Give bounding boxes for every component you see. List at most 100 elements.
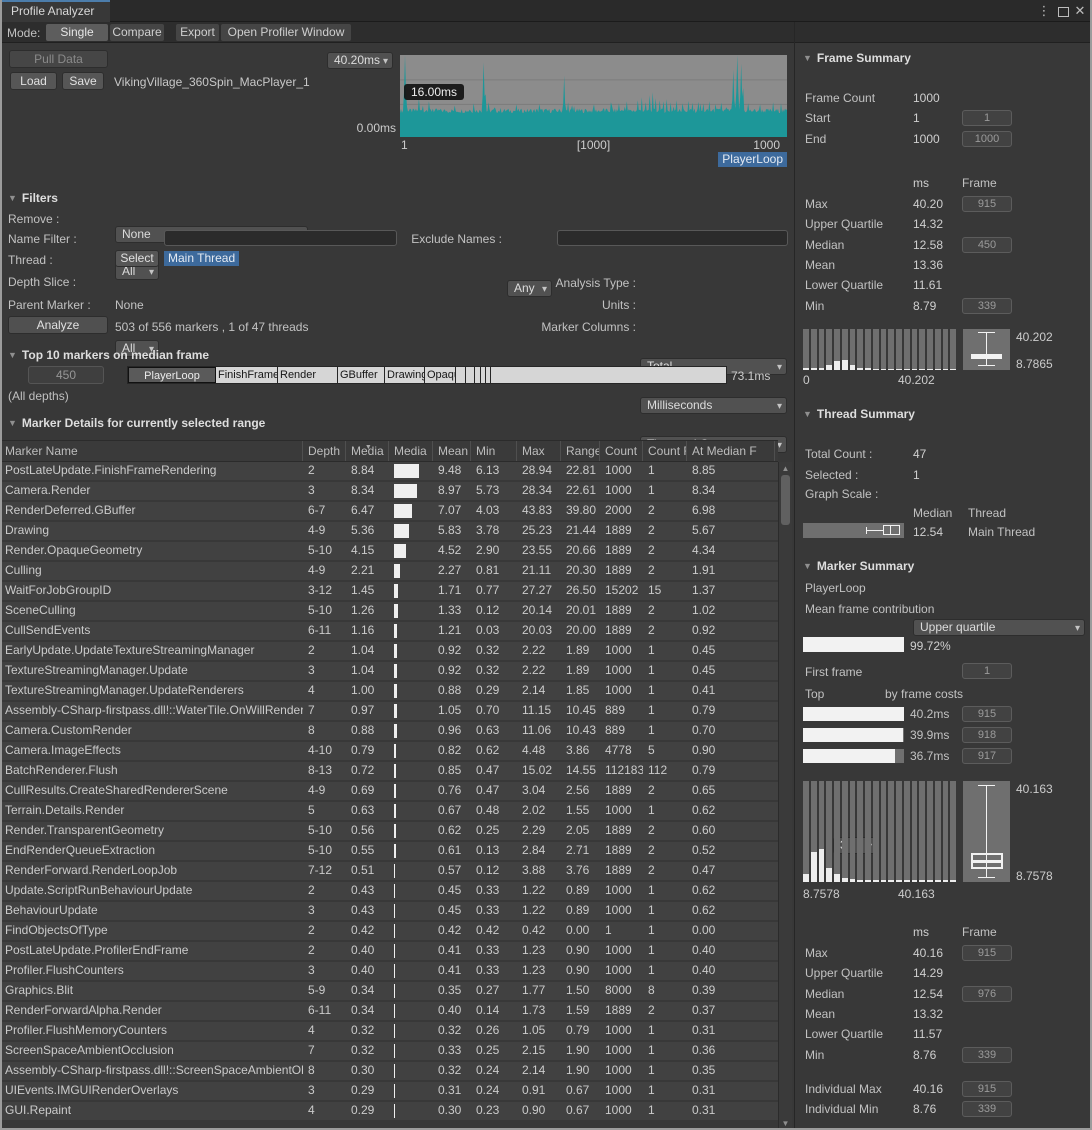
frame-button[interactable]: 976 (962, 986, 1012, 1002)
column-header-3[interactable]: Media (389, 441, 433, 461)
thread-graph-scale-dropdown[interactable]: Upper quartile (913, 619, 1085, 636)
close-icon[interactable]: ✕ (1072, 3, 1088, 19)
thread-summary-header[interactable]: Thread Summary (803, 407, 915, 421)
frame-button[interactable]: 915 (962, 196, 1012, 212)
table-row[interactable]: FindObjectsOfType20.420.420.420.420.0011… (0, 922, 778, 942)
save-button[interactable]: Save (62, 72, 104, 90)
frame-button[interactable]: 1000 (962, 131, 1012, 147)
pull-data-button[interactable]: Pull Data (9, 50, 108, 68)
tab-profile-analyzer[interactable]: Profile Analyzer (2, 0, 110, 22)
top10-segment[interactable]: PlayerLoop (128, 367, 216, 383)
table-row[interactable]: Camera.Render38.348.975.7328.3422.611000… (0, 482, 778, 502)
top10-segment[interactable]: Opaqu (425, 367, 456, 383)
column-header-9[interactable]: Count Fra (643, 441, 687, 461)
table-row[interactable]: WaitForJobGroupID3-121.451.710.7727.2726… (0, 582, 778, 602)
frame-button[interactable]: 915 (962, 706, 1012, 722)
mode-button-open-profiler-window[interactable]: Open Profiler Window (221, 24, 351, 41)
frame-button[interactable]: 917 (962, 748, 1012, 764)
first-frame-button[interactable]: 1 (962, 663, 1012, 679)
filters-header[interactable]: Filters (8, 191, 58, 205)
table-row[interactable]: PostLateUpdate.FinishFrameRendering28.84… (0, 462, 778, 482)
marker-summary-header[interactable]: Marker Summary (803, 559, 914, 573)
top10-header[interactable]: Top 10 markers on median frame (8, 348, 209, 362)
table-row[interactable]: ScreenSpaceAmbientOcclusion70.320.330.25… (0, 1042, 778, 1062)
column-header-2[interactable]: Media (346, 441, 389, 461)
column-header-10[interactable]: At Median F (687, 441, 775, 461)
cell: 0.35 (433, 982, 471, 1000)
name-filter-input[interactable] (164, 230, 397, 246)
menu-icon[interactable]: ⋮ (1036, 3, 1052, 19)
table-row[interactable]: Camera.ImageEffects4-100.790.820.624.483… (0, 742, 778, 762)
table-row[interactable]: GUI.Repaint40.290.300.230.900.67100010.3… (0, 1102, 778, 1122)
table-row[interactable]: EndRenderQueueExtraction5-100.550.610.13… (0, 842, 778, 862)
frame-button[interactable]: 339 (962, 298, 1012, 314)
table-row[interactable]: Graphics.Blit5-90.340.350.271.771.508000… (0, 982, 778, 1002)
column-header-5[interactable]: Min (471, 441, 517, 461)
frame-button[interactable]: 339 (962, 1047, 1012, 1063)
analyze-button[interactable]: Analyze (8, 316, 108, 334)
table-row[interactable]: UIEvents.IMGUIRenderOverlays30.290.310.2… (0, 1082, 778, 1102)
frame-button[interactable]: 915 (962, 945, 1012, 961)
table-row[interactable]: Profiler.FlushCounters30.400.410.331.230… (0, 962, 778, 982)
table-row[interactable]: BatchRenderer.Flush8-130.720.850.4715.02… (0, 762, 778, 782)
table-row[interactable]: TextureStreamingManager.UpdateRenderers4… (0, 682, 778, 702)
table-row[interactable]: BehaviourUpdate30.430.450.331.220.891000… (0, 902, 778, 922)
table-row[interactable]: Culling4-92.212.270.8121.1120.30188921.9… (0, 562, 778, 582)
table-row[interactable]: Drawing4-95.365.833.7825.2321.44188925.6… (0, 522, 778, 542)
table-row[interactable]: Assembly-CSharp-firstpass.dll!::ScreenSp… (0, 1062, 778, 1082)
table-row[interactable]: CullSendEvents6-111.161.210.0320.0320.00… (0, 622, 778, 642)
column-header-7[interactable]: Range (561, 441, 600, 461)
table-row[interactable]: Terrain.Details.Render50.630.670.482.021… (0, 802, 778, 822)
column-header-1[interactable]: Depth (303, 441, 346, 461)
frame-button[interactable]: 918 (962, 727, 1012, 743)
top10-segment[interactable] (466, 367, 475, 383)
frame-button[interactable]: 339 (962, 1101, 1012, 1117)
cell: 0.32 (433, 1062, 471, 1080)
thread-select-button[interactable]: Select (115, 250, 159, 267)
frame-button[interactable]: 1 (962, 110, 1012, 126)
top10-segment[interactable]: FinishFrameR (216, 367, 278, 383)
mode-button-single[interactable]: Single (46, 24, 108, 41)
maximize-icon[interactable] (1058, 7, 1069, 17)
table-row[interactable]: RenderDeferred.GBuffer6-76.477.074.0343.… (0, 502, 778, 522)
table-row[interactable]: Render.OpaqueGeometry5-104.154.522.9023.… (0, 542, 778, 562)
top10-frame-button[interactable]: 450 (28, 366, 104, 384)
scroll-down-icon[interactable]: ▼ (779, 1119, 792, 1128)
table-row[interactable]: Assembly-CSharp-firstpass.dll!::WaterTil… (0, 702, 778, 722)
graph-scale-dropdown[interactable]: 40.20ms (327, 52, 393, 69)
table-row[interactable]: RenderForward.RenderLoopJob7-120.510.570… (0, 862, 778, 882)
scroll-up-icon[interactable]: ▲ (779, 464, 792, 473)
mode-button-export[interactable]: Export (176, 24, 219, 41)
table-row[interactable]: Update.ScriptRunBehaviourUpdate20.430.45… (0, 882, 778, 902)
top10-segment[interactable]: GBuffer (338, 367, 385, 383)
load-button[interactable]: Load (10, 72, 57, 90)
frame-button[interactable]: 450 (962, 237, 1012, 253)
mode-button-compare[interactable]: Compare (110, 24, 164, 41)
table-row[interactable]: Profiler.FlushMemoryCounters40.320.320.2… (0, 1022, 778, 1042)
top10-segment[interactable]: Drawing (385, 367, 425, 383)
table-row[interactable]: Camera.CustomRender80.880.960.6311.0610.… (0, 722, 778, 742)
column-header-6[interactable]: Max (517, 441, 561, 461)
frame-button[interactable]: 915 (962, 1081, 1012, 1097)
table-row[interactable]: Render.TransparentGeometry5-100.560.620.… (0, 822, 778, 842)
column-header-8[interactable]: Count (600, 441, 643, 461)
table-row[interactable]: EarlyUpdate.UpdateTextureStreamingManage… (0, 642, 778, 662)
table-row[interactable]: SceneCulling5-101.261.330.1220.1420.0118… (0, 602, 778, 622)
frame-summary-header[interactable]: Frame Summary (803, 51, 911, 65)
table-row[interactable]: PostLateUpdate.ProfilerEndFrame20.400.41… (0, 942, 778, 962)
top10-segment[interactable]: Render (278, 367, 338, 383)
cell: 0.57 (433, 862, 471, 880)
scrollbar-thumb[interactable] (781, 475, 790, 525)
cell: 0.37 (687, 1002, 775, 1020)
table-row[interactable]: CullResults.CreateSharedRendererScene4-9… (0, 782, 778, 802)
table-row[interactable]: TextureStreamingManager.Update31.040.920… (0, 662, 778, 682)
units-dropdown[interactable]: Milliseconds (640, 397, 787, 414)
marker-details-header[interactable]: Marker Details for currently selected ra… (8, 416, 265, 430)
table-scrollbar[interactable]: ▲ ▼ (778, 462, 792, 1130)
column-header-4[interactable]: Mean (433, 441, 471, 461)
column-header-0[interactable]: Marker Name (0, 441, 303, 461)
exclude-names-input[interactable] (557, 230, 788, 246)
frame-time-graph[interactable]: 16.00ms (400, 55, 787, 137)
top10-segment[interactable] (456, 367, 466, 383)
table-row[interactable]: RenderForwardAlpha.Render6-110.340.400.1… (0, 1002, 778, 1022)
